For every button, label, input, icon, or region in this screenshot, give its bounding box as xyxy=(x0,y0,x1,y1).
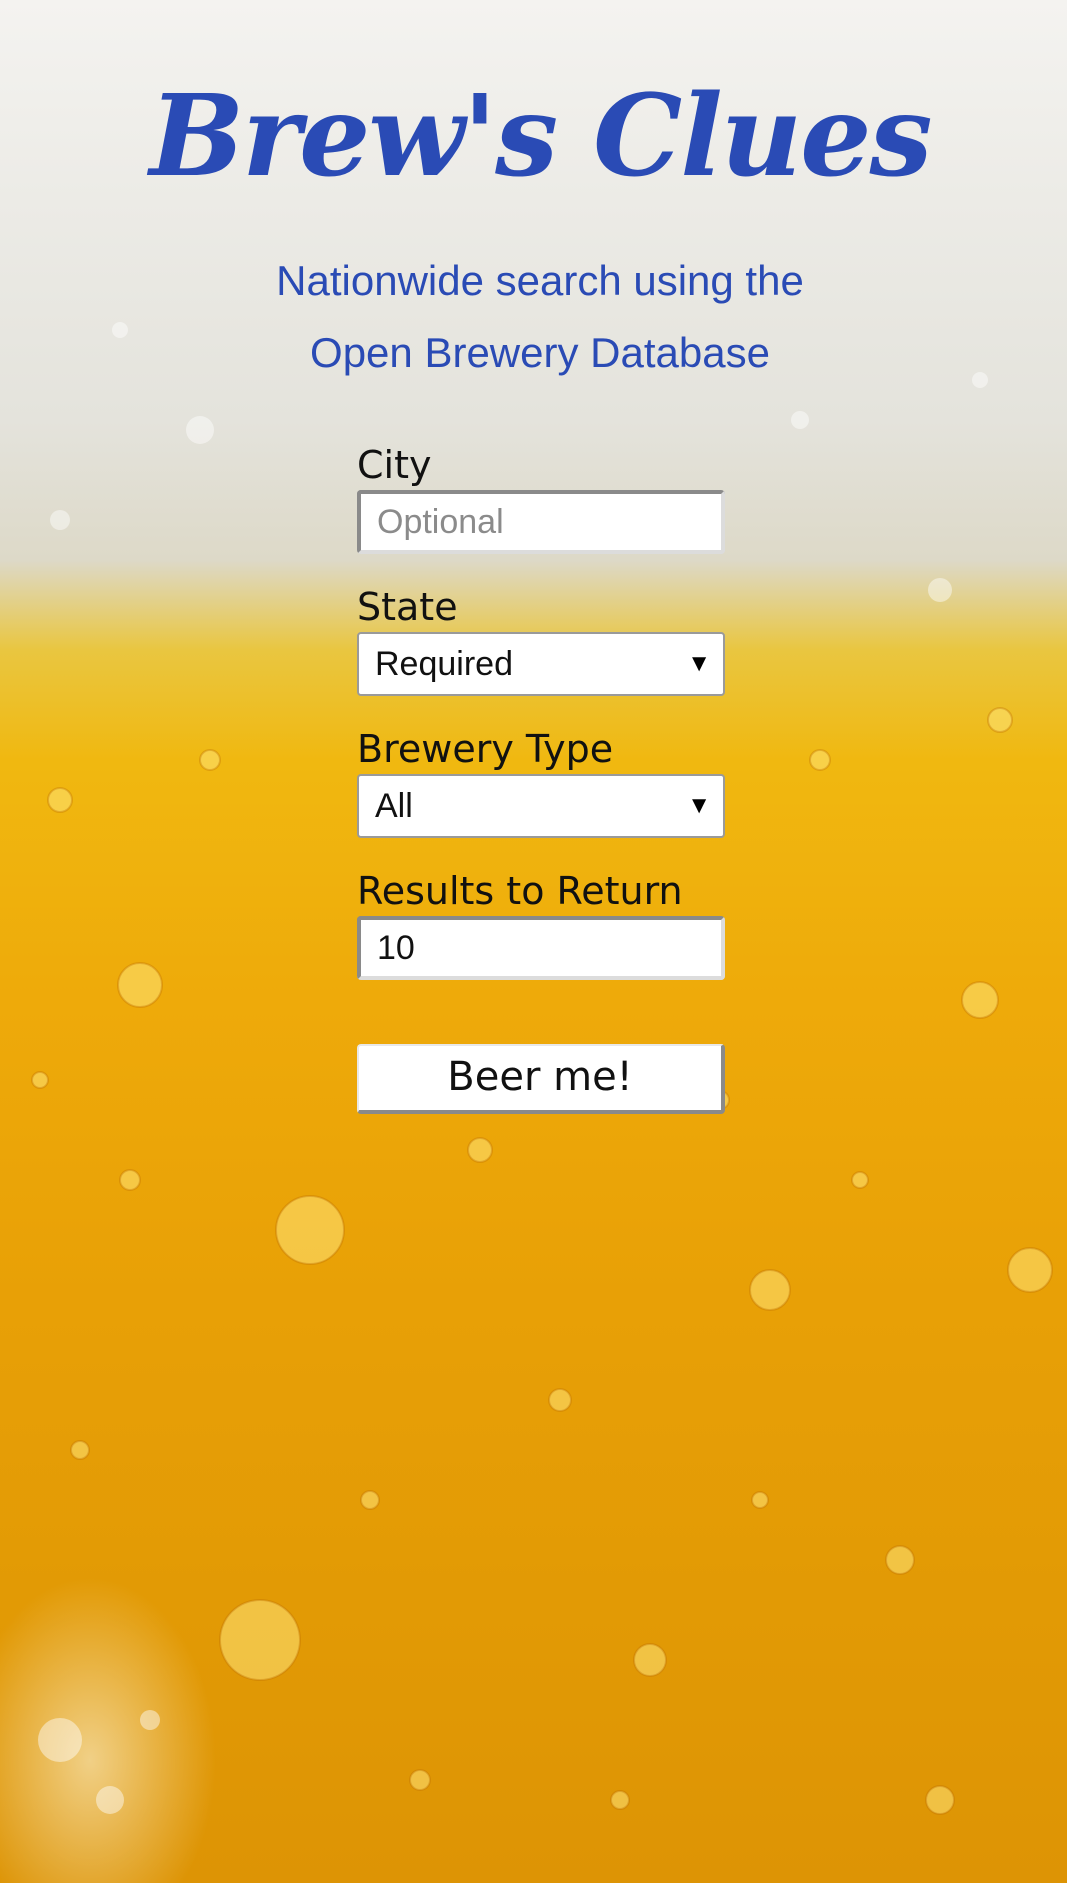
city-label: City xyxy=(357,443,432,487)
app-subtitle: Nationwide search using the Open Brewery… xyxy=(0,245,1067,389)
dropdown-arrow-icon: ▼ xyxy=(687,792,711,819)
brewery-search-form: City Optional State Required ▼ Brewery T… xyxy=(357,440,725,1114)
brewery-type-select[interactable]: All ▼ xyxy=(357,774,725,838)
dropdown-arrow-icon: ▼ xyxy=(687,650,711,677)
beer-me-button[interactable]: Beer me! xyxy=(357,1044,725,1114)
brewery-type-selected-value: All xyxy=(375,787,413,825)
state-selected-value: Required xyxy=(375,645,513,683)
subtitle-line-1: Nationwide search using the xyxy=(276,257,804,304)
state-label: State xyxy=(357,585,458,629)
city-input[interactable]: Optional xyxy=(357,490,725,554)
state-select[interactable]: Required ▼ xyxy=(357,632,725,696)
city-placeholder: Optional xyxy=(377,503,504,541)
results-input[interactable]: 10 xyxy=(357,916,725,980)
results-label: Results to Return xyxy=(357,869,683,913)
results-value: 10 xyxy=(377,929,415,967)
brewery-type-label: Brewery Type xyxy=(357,727,614,771)
subtitle-line-2: Open Brewery Database xyxy=(310,329,770,376)
app-title: Brew's Clues xyxy=(149,71,932,202)
